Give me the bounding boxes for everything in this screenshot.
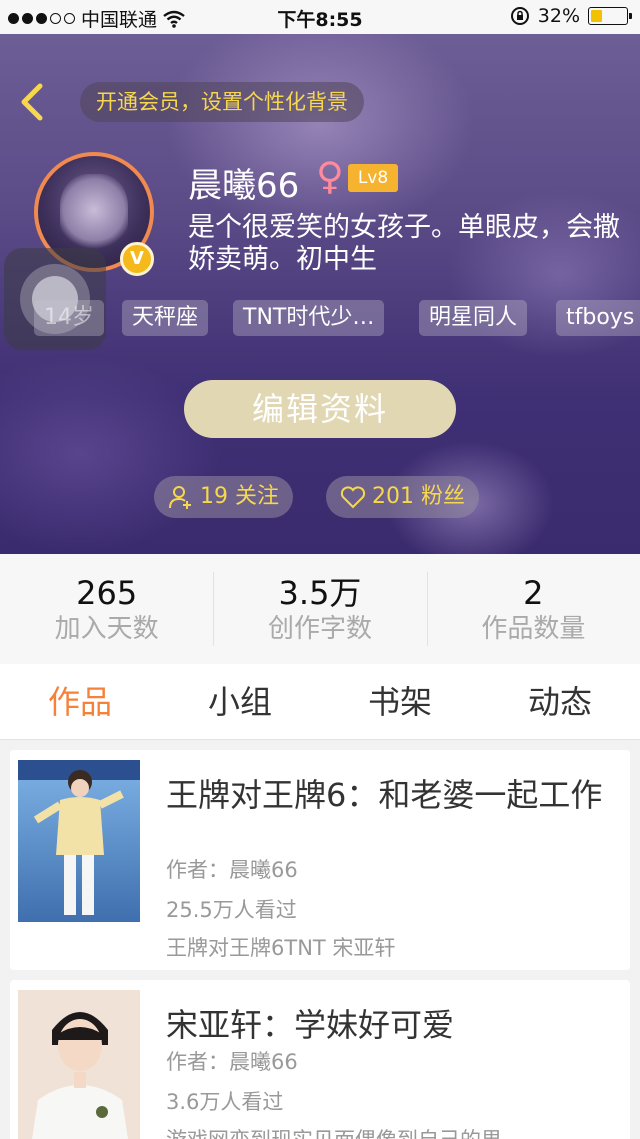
status-right: 32% xyxy=(510,5,632,27)
tag-zodiac[interactable]: 天秤座 xyxy=(122,300,209,336)
work-author: 作者：晨曦66 xyxy=(166,858,298,882)
tab-activity[interactable]: 动态 xyxy=(480,664,640,739)
work-title: 宋亚轩：学妹好可爱 xyxy=(166,1006,455,1044)
stat-days-joined: 265 加入天数 xyxy=(54,574,159,644)
profile-stats: 265 加入天数 3.5万 创作字数 2 作品数量 xyxy=(0,554,640,664)
user-bio: 是个很爱笑的女孩子。单眼皮，会撒娇卖萌。初中生 xyxy=(188,212,620,275)
profile-header: 开通会员，设置个性化背景 V 晨曦66 ♀ Lv8 是个很爱笑的女孩子。单眼皮，… xyxy=(0,34,640,554)
level-badge: Lv8 xyxy=(348,164,398,192)
following-button[interactable]: 19 关注 xyxy=(154,476,293,518)
battery-fill xyxy=(591,10,602,22)
username: 晨曦66 xyxy=(188,166,300,206)
work-views: 3.6万人看过 xyxy=(166,1090,284,1114)
work-cover-image xyxy=(18,990,140,1139)
followers-button[interactable]: 201 粉丝 xyxy=(326,476,479,518)
tab-groups[interactable]: 小组 xyxy=(160,664,320,739)
tab-works[interactable]: 作品 xyxy=(0,664,160,739)
tab-bookshelf[interactable]: 书架 xyxy=(320,664,480,739)
vip-background-prompt[interactable]: 开通会员，设置个性化背景 xyxy=(80,82,364,122)
stat-works-count: 2 作品数量 xyxy=(426,554,640,664)
tag-fandom[interactable]: TNT时代少… xyxy=(233,300,385,336)
work-tags: 游戏网恋到现实见面偶像到自己的男 xyxy=(166,1124,502,1139)
verified-badge: V xyxy=(120,242,154,276)
profile-tags: 14岁 天秤座 TNT时代少… 明星同人 tfboys xyxy=(0,300,640,336)
add-person-icon xyxy=(169,486,191,509)
tag-group[interactable]: tfboys xyxy=(556,300,640,336)
tag-genre[interactable]: 明星同人 xyxy=(419,300,528,336)
work-tags: 王牌对王牌6TNT 宋亚轩 xyxy=(166,936,396,960)
female-icon: ♀ xyxy=(316,154,344,198)
work-card[interactable]: 王牌对王牌6：和老婆一起工作 作者：晨曦66 25.5万人看过 王牌对王牌6TN… xyxy=(10,750,630,970)
back-arrow-icon[interactable] xyxy=(14,82,48,122)
stat-word-count: 3.5万 创作字数 xyxy=(213,554,426,664)
rotation-lock-icon xyxy=(510,7,529,25)
work-card[interactable]: 宋亚轩：学妹好可爱 作者：晨曦66 3.6万人看过 游戏网恋到现实见面偶像到自己… xyxy=(10,980,630,1139)
work-author: 作者：晨曦66 xyxy=(166,1050,298,1074)
heart-icon xyxy=(340,486,366,509)
work-title: 王牌对王牌6：和老婆一起工作 xyxy=(166,776,603,814)
status-bar: 中国联通 下午8:55 32% xyxy=(0,0,640,34)
tag-age: 14岁 xyxy=(34,300,104,336)
following-count: 19 关注 xyxy=(200,484,279,509)
battery-icon xyxy=(588,7,632,25)
work-views: 25.5万人看过 xyxy=(166,898,297,922)
avatar-image xyxy=(60,174,128,254)
profile-tabs: 作品 小组 书架 动态 xyxy=(0,664,640,740)
followers-count: 201 粉丝 xyxy=(372,484,465,509)
edit-profile-button[interactable]: 编辑资料 xyxy=(184,380,456,438)
battery-percent: 32% xyxy=(537,5,580,27)
work-cover-image xyxy=(18,760,140,922)
